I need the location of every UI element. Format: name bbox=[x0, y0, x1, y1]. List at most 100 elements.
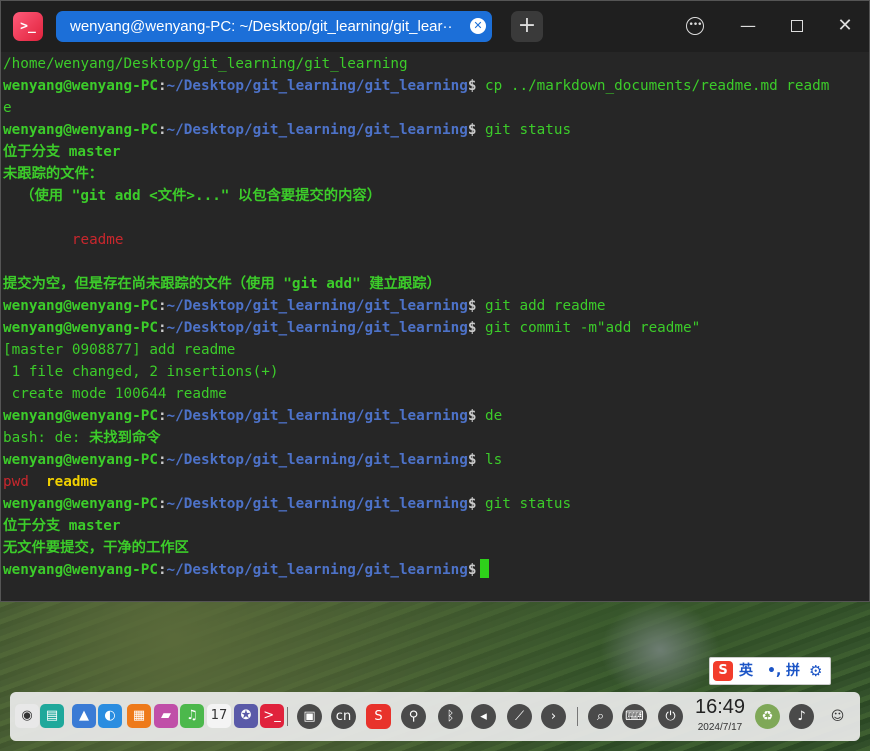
settings-icon[interactable]: ✪ bbox=[234, 704, 258, 728]
network-icon[interactable]: ⟋ bbox=[507, 704, 532, 729]
output-line: 位于分支 master bbox=[3, 518, 121, 534]
prompt-path: ~/Desktop/git_learning/git_learning bbox=[166, 122, 468, 138]
keyboard-icon[interactable]: ⌨ bbox=[622, 704, 647, 729]
error-message: 未找到命令 bbox=[89, 430, 161, 446]
notification-icon[interactable]: ♪ bbox=[789, 704, 814, 729]
terminal-window[interactable]: >_ wenyang@wenyang-PC: ~/Desktop/git_lea… bbox=[0, 0, 870, 602]
prompt-dollar: $ bbox=[467, 562, 477, 578]
prompt-line: wenyang@wenyang-PC:~/Desktop/git_learnin… bbox=[3, 317, 869, 339]
power-icon[interactable]: ⏻ bbox=[658, 704, 683, 729]
command-text: git status bbox=[476, 122, 572, 138]
prompt-user: wenyang@wenyang-PC bbox=[3, 78, 158, 94]
prompt-separator: : bbox=[157, 122, 167, 138]
prompt-line: wenyang@wenyang-PC:~/Desktop/git_learnin… bbox=[3, 449, 869, 471]
app-store-icon[interactable]: ▲ bbox=[72, 704, 96, 728]
text-cursor bbox=[480, 559, 490, 578]
ls-output: pwd readme bbox=[3, 471, 869, 493]
dock: ◉ ▤ ▲ ◐ ▦ ▰ ♫ 17 ✪ >_ ▣ cn S ⚲ ᛒ ◂ ⟋ › ⌕ ⌨ ⏻ ♻ ♪ ☺ 16:49 2024/… bbox=[10, 692, 860, 741]
command-text: git status bbox=[476, 496, 572, 512]
dock-divider bbox=[287, 707, 288, 726]
minimize-button[interactable]: — bbox=[737, 15, 759, 37]
search-icon[interactable]: ⌕ bbox=[588, 704, 613, 729]
menu-icon: ••• bbox=[686, 17, 704, 35]
prompt-path: ~/Desktop/git_learning/git_learning bbox=[166, 562, 468, 578]
terminal-output[interactable]: /home/wenyang/Desktop/git_learning/git_l… bbox=[3, 53, 869, 599]
wallpaper-valley bbox=[600, 600, 720, 700]
calendar-icon[interactable]: 17 bbox=[207, 704, 231, 728]
active-prompt-line[interactable]: wenyang@wenyang-PC:~/Desktop/git_learnin… bbox=[3, 559, 869, 581]
new-tab-button[interactable]: + bbox=[511, 11, 543, 42]
title-bar[interactable]: >_ wenyang@wenyang-PC: ~/Desktop/git_lea… bbox=[1, 1, 869, 52]
image-viewer-icon[interactable]: ▰ bbox=[154, 704, 178, 728]
close-button[interactable]: ✕ bbox=[834, 15, 856, 37]
ime-punctuation-toggle[interactable]: •, bbox=[767, 658, 781, 684]
trash-icon[interactable]: ♻ bbox=[755, 704, 780, 729]
maximize-icon bbox=[791, 20, 803, 32]
prompt-separator: : bbox=[157, 298, 167, 314]
prompt-separator: : bbox=[157, 496, 167, 512]
dock-divider bbox=[577, 707, 578, 726]
prompt-line: wenyang@wenyang-PC:~/Desktop/git_learnin… bbox=[3, 119, 869, 141]
command-text: cp ../markdown_documents/readme.md readm bbox=[476, 78, 830, 94]
prompt-user: wenyang@wenyang-PC bbox=[3, 496, 158, 512]
music-icon[interactable]: ♫ bbox=[180, 704, 204, 728]
prompt-path: ~/Desktop/git_learning/git_learning bbox=[166, 452, 468, 468]
prompt-line: wenyang@wenyang-PC:~/Desktop/git_learnin… bbox=[3, 75, 869, 97]
prompt-line: wenyang@wenyang-PC:~/Desktop/git_learnin… bbox=[3, 405, 869, 427]
output-line: 提交为空，但是存在尚未跟踪的文件（使用 "git add" 建立跟踪） bbox=[3, 276, 441, 292]
output-line: 1 file changed, 2 insertions(+) bbox=[3, 364, 279, 380]
prompt-separator: : bbox=[157, 562, 167, 578]
expand-tray-icon[interactable]: › bbox=[541, 704, 566, 729]
maximize-button[interactable] bbox=[786, 15, 808, 37]
sogou-icon[interactable]: S bbox=[366, 704, 391, 729]
output-line: （使用 "git add <文件>..." 以包含要提交的内容） bbox=[3, 188, 381, 204]
prompt-path: ~/Desktop/git_learning/git_learning bbox=[166, 496, 468, 512]
command-text: git add readme bbox=[476, 298, 606, 314]
prompt-path: ~/Desktop/git_learning/git_learning bbox=[166, 320, 468, 336]
tab-close-icon[interactable]: ✕ bbox=[470, 18, 486, 34]
command-wrap: e bbox=[3, 100, 12, 116]
tab-active[interactable]: wenyang@wenyang-PC: ~/Desktop/git_learni… bbox=[56, 11, 492, 42]
prompt-line: wenyang@wenyang-PC:~/Desktop/git_learnin… bbox=[3, 493, 869, 515]
untracked-file: readme bbox=[3, 232, 124, 248]
prompt-user: wenyang@wenyang-PC bbox=[3, 452, 158, 468]
ime-language-toggle[interactable]: 英 bbox=[739, 658, 753, 684]
output-line: 未跟踪的文件： bbox=[3, 166, 104, 182]
error-line: bash: de: 未找到命令 bbox=[3, 427, 869, 449]
terminal-icon[interactable]: >_ bbox=[260, 704, 284, 728]
prompt-separator: : bbox=[157, 320, 167, 336]
error-prefix: bash: de: bbox=[3, 430, 90, 446]
ime-settings-icon[interactable]: ⚙ bbox=[809, 658, 822, 684]
input-method-toolbar[interactable]: S 英 •, 拼 ⚙ bbox=[709, 657, 831, 685]
menu-button[interactable]: ••• bbox=[684, 15, 706, 37]
prompt-path: ~/Desktop/git_learning/git_learning bbox=[166, 298, 468, 314]
launcher-icon[interactable]: ◉ bbox=[15, 704, 39, 728]
screenshot-icon[interactable]: ▣ bbox=[297, 704, 322, 729]
terminal-app-icon[interactable]: >_ bbox=[13, 12, 43, 41]
volume-icon[interactable]: ◂ bbox=[471, 704, 496, 729]
file-manager-icon[interactable]: ▤ bbox=[40, 704, 64, 728]
output-line: 位于分支 master bbox=[3, 144, 121, 160]
tab-title: wenyang@wenyang-PC: ~/Desktop/git_learni… bbox=[70, 18, 453, 35]
package-icon[interactable]: ▦ bbox=[127, 704, 151, 728]
ls-entry: readme bbox=[46, 474, 98, 490]
output-line: create mode 100644 readme bbox=[3, 386, 227, 402]
usb-icon[interactable]: ⚲ bbox=[401, 704, 426, 729]
ime-pinyin-toggle[interactable]: 拼 bbox=[786, 658, 800, 684]
prompt-user: wenyang@wenyang-PC bbox=[3, 320, 158, 336]
clock-date[interactable]: 2024/7/17 bbox=[690, 722, 750, 733]
sogou-logo-icon: S bbox=[713, 661, 733, 681]
output-line: [master 0908877] add readme bbox=[3, 342, 236, 358]
prompt-line: wenyang@wenyang-PC:~/Desktop/git_learnin… bbox=[3, 295, 869, 317]
assistant-icon[interactable]: ☺ bbox=[825, 704, 850, 729]
clock-time[interactable]: 16:49 bbox=[690, 696, 750, 719]
bluetooth-icon[interactable]: ᛒ bbox=[438, 704, 463, 729]
input-method-icon[interactable]: cn bbox=[331, 704, 356, 729]
prompt-user: wenyang@wenyang-PC bbox=[3, 562, 158, 578]
prompt-path: ~/Desktop/git_learning/git_learning bbox=[166, 78, 468, 94]
command-text: de bbox=[476, 408, 503, 424]
browser-icon[interactable]: ◐ bbox=[98, 704, 122, 728]
prompt-separator: : bbox=[157, 452, 167, 468]
